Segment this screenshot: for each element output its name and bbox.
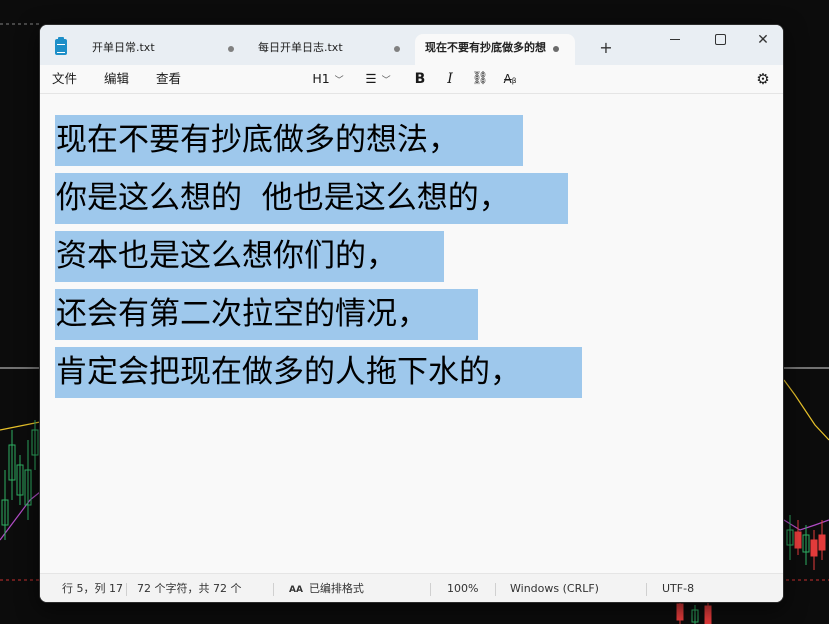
clear-formatting-button[interactable]: A̶ᵦ	[498, 65, 522, 93]
format-status[interactable]: AA 已编排格式	[289, 574, 364, 602]
gear-icon: ⚙	[756, 70, 770, 88]
chevron-down-icon: ﹀	[334, 76, 344, 86]
bullet-list-icon: ☰	[365, 71, 377, 86]
link-icon: ⛓	[471, 71, 489, 86]
status-separator	[430, 583, 431, 596]
italic-icon: I	[447, 71, 453, 87]
title-bar[interactable]: 开单日常.txt 每日开单日志.txt 现在不要有抄底做多的想 + ✕	[40, 25, 783, 65]
text-editor[interactable]: 现在不要有抄底做多的想法， 你是这么想的 他也是这么想的， 资本也是这么想你们的…	[40, 94, 783, 573]
chevron-down-icon: ﹀	[381, 76, 391, 86]
unsaved-dot-icon[interactable]	[228, 46, 234, 52]
notepad-app-icon	[55, 37, 67, 55]
editor-line[interactable]: 还会有第二次拉空的情况，	[55, 289, 478, 340]
minimize-button[interactable]	[654, 27, 696, 53]
status-separator	[495, 583, 496, 596]
status-separator	[273, 583, 274, 596]
formatting-icon: AA	[289, 585, 303, 595]
status-separator	[646, 583, 647, 596]
editor-line[interactable]: 资本也是这么想你们的，	[55, 231, 444, 282]
clear-formatting-icon: A̶ᵦ	[503, 72, 517, 86]
notepad-window: 开单日常.txt 每日开单日志.txt 现在不要有抄底做多的想 + ✕ 文件 编…	[39, 24, 784, 603]
tab-kaidan-richang[interactable]: 开单日常.txt	[80, 34, 246, 65]
menu-bar: 文件 编辑 查看 H1 ﹀ ☰ ﹀ B I ⛓ A̶ᵦ ⚙	[40, 65, 783, 94]
heading-label: H1	[312, 71, 330, 86]
editor-line[interactable]: 现在不要有抄底做多的想法，	[55, 115, 523, 166]
list-dropdown[interactable]: ☰ ﹀	[360, 65, 396, 93]
menu-view[interactable]: 查看	[156, 65, 181, 93]
bold-button[interactable]: B	[410, 65, 430, 93]
candle-body	[676, 603, 684, 621]
new-tab-plus-icon[interactable]: +	[595, 36, 617, 60]
encoding[interactable]: UTF-8	[662, 574, 694, 602]
settings-button[interactable]: ⚙	[752, 65, 774, 93]
minimize-icon	[670, 39, 680, 40]
status-bar: 行 5，列 17 72 个字符，共 72 个 AA 已编排格式 100% Wind…	[40, 573, 783, 602]
unsaved-dot-icon[interactable]	[394, 46, 400, 52]
close-button[interactable]: ✕	[742, 27, 783, 53]
character-count: 72 个字符，共 72 个	[137, 582, 242, 595]
tab-label: 现在不要有抄底做多的想	[425, 41, 546, 54]
tab-label: 每日开单日志.txt	[258, 41, 343, 54]
heading-dropdown[interactable]: H1 ﹀	[308, 65, 348, 93]
menu-file[interactable]: 文件	[52, 65, 77, 93]
candle-body	[818, 534, 826, 551]
italic-button[interactable]: I	[440, 65, 460, 93]
link-button[interactable]: ⛓	[470, 65, 490, 93]
candle-body	[810, 539, 818, 557]
indicator-line-left	[0, 421, 41, 431]
bold-icon: B	[414, 71, 426, 87]
format-label: 已编排格式	[308, 582, 364, 595]
zoom-level[interactable]: 100%	[447, 574, 478, 602]
tab-meiri-kaidan-rizhi[interactable]: 每日开单日志.txt	[246, 34, 412, 65]
tab-active-document[interactable]: 现在不要有抄底做多的想	[415, 34, 575, 65]
editor-line[interactable]: 你是这么想的 他也是这么想的，	[55, 173, 568, 224]
candle-body	[704, 605, 712, 624]
maximize-button[interactable]	[699, 27, 741, 53]
tab-label: 开单日常.txt	[92, 41, 155, 54]
maximize-icon	[714, 34, 726, 45]
candle-body	[794, 531, 802, 549]
indicator-line-right	[783, 379, 829, 441]
menu-edit[interactable]: 编辑	[104, 65, 129, 93]
line-ending[interactable]: Windows (CRLF)	[510, 574, 599, 602]
cursor-position: 行 5，列 17	[62, 582, 123, 595]
editor-line[interactable]: 肯定会把现在做多的人拖下水的，	[55, 347, 582, 398]
close-icon: ✕	[757, 32, 769, 48]
unsaved-dot-icon[interactable]	[553, 46, 559, 52]
status-separator	[126, 583, 127, 596]
